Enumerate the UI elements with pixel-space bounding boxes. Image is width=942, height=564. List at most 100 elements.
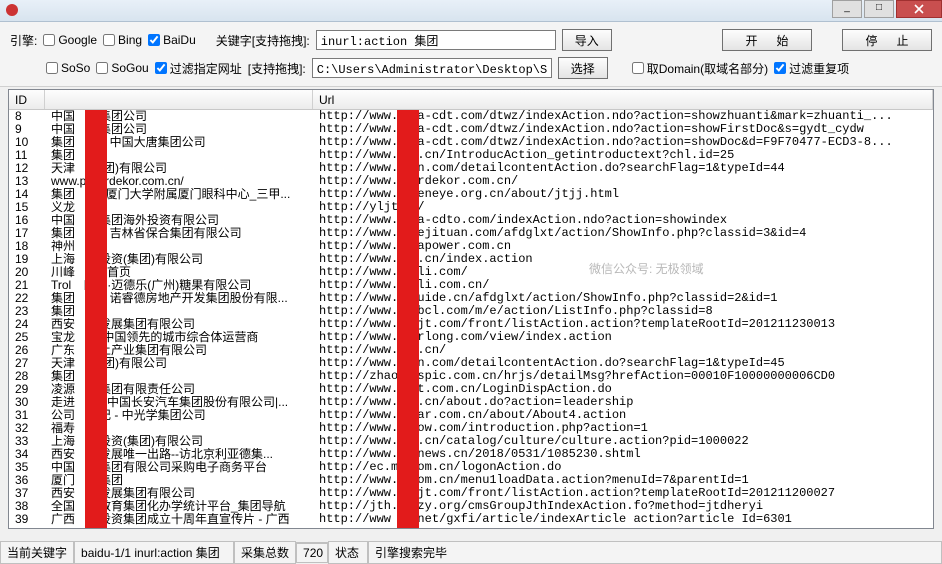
select-button[interactable]: 选择 <box>558 57 608 79</box>
table-row[interactable]: 39广西 融投资集团成立十周年直宣传片 - 广西http://www g net… <box>9 513 933 526</box>
table-row[interactable]: 30走进 安--中国长安汽车集团股份有限公司|...http://www.c .… <box>9 396 933 409</box>
table-row[interactable]: 33上海 业投资(集团)有限公司http://www.s .cn/catalog… <box>9 435 933 448</box>
cell-id: 25 <box>9 331 45 344</box>
minimize-button[interactable]: _ <box>832 0 862 18</box>
cell-id: 10 <box>9 136 45 149</box>
table-row[interactable]: 34西安 所发展唯一出路--访北京利亚德集...http://www.0 new… <box>9 448 933 461</box>
cell-id: 23 <box>9 305 45 318</box>
table-row[interactable]: 25宝龙 产,中国领先的城市综合体运营商http://www.p rlong.c… <box>9 331 933 344</box>
table-row[interactable]: 26广东 稀土产业集团有限公司http://www.g .cn/ <box>9 344 933 357</box>
engine-label: 引擎: <box>10 32 37 49</box>
cell-id: 8 <box>9 110 45 123</box>
engine-baidu[interactable]: BaiDu <box>148 33 196 47</box>
status-kw-label: 当前关键字 <box>0 541 74 564</box>
cell-id: 28 <box>9 370 45 383</box>
table-row[interactable]: 35中国 矿集团有限公司采购电子商务平台http://ec.mc om.cn/l… <box>9 461 933 474</box>
table-row[interactable]: 36厦门 游集团http://www.x om.cn/menu1loadData… <box>9 474 933 487</box>
cell-id: 11 <box>9 149 45 162</box>
table-row[interactable]: 23集团 介http://www.s bcl.com/m/e/action/Li… <box>9 305 933 318</box>
table-row[interactable]: 13www.p erdekor.com.cn/http://www.p rdek… <box>9 175 933 188</box>
table-row[interactable]: 11集团 绍http://www.l .cn/IntroducAction_ge… <box>9 149 933 162</box>
cell-id: 30 <box>9 396 45 409</box>
cell-id: 18 <box>9 240 45 253</box>
maximize-button[interactable]: □ <box>864 0 894 18</box>
cell-id: 12 <box>9 162 45 175</box>
table-row[interactable]: 12天津 (集团)有限公司http://www.p n.com/detailco… <box>9 162 933 175</box>
filter-dup-checkbox[interactable]: 过滤重复项 <box>774 60 849 77</box>
redaction-bar-2 <box>397 90 419 528</box>
cell-id: 35 <box>9 461 45 474</box>
table-row[interactable]: 27天津 (集团)有限公司http://www.p n.com/detailco… <box>9 357 933 370</box>
table-row[interactable]: 16中国 唐集团海外投资有限公司http://www.c a-cdto.com/… <box>9 214 933 227</box>
cell-id: 13 <box>9 175 45 188</box>
cell-id: 26 <box>9 344 45 357</box>
status-state-value: 引擎搜索完毕 <box>368 541 942 564</box>
keyword-input[interactable] <box>316 30 556 50</box>
status-total-label: 采集总数 <box>234 541 296 564</box>
cell-id: 16 <box>9 214 45 227</box>
result-list: ID Url 微信公众号: 无极领域 8中国 唐集团公司http://www.c… <box>8 89 934 529</box>
table-row[interactable]: 8中国 唐集团公司http://www.c a-cdt.com/dtwz/ind… <box>9 110 933 123</box>
cell-id: 20 <box>9 266 45 279</box>
cell-id: 33 <box>9 435 45 448</box>
table-row[interactable]: 22集团 介 - 诺睿德房地产开发集团股份有限...http://www.n u… <box>9 292 933 305</box>
cell-id: 31 <box>9 409 45 422</box>
engine-bing[interactable]: Bing <box>103 33 142 47</box>
table-row[interactable]: 14集团 介_厦门大学附属厦门眼科中心_三甲...http://www.x en… <box>9 188 933 201</box>
cell-id: 32 <box>9 422 45 435</box>
table-row[interactable]: 32福寿 团http://www.f ow.com/introduction.p… <box>9 422 933 435</box>
table-row[interactable]: 38全国 业教育集团化办学统计平台_集团导航http://jth.c zy.or… <box>9 500 933 513</box>
table-row[interactable]: 20川峰 团)-首页http://www.g li.com/ <box>9 266 933 279</box>
col-id[interactable]: ID <box>9 90 45 109</box>
stop-button[interactable]: 停 止 <box>842 29 932 51</box>
status-state-label: 状态 <box>328 541 368 564</box>
path-input[interactable] <box>312 58 552 78</box>
table-row[interactable]: 21Trol 口力·迈德乐(广州)糖果有限公司http://www.t li.c… <box>9 279 933 292</box>
titlebar: _ □ <box>0 0 942 22</box>
table-row[interactable]: 37西安 东发展集团有限公司http://www.x jt.com/front/… <box>9 487 933 500</box>
cell-id: 37 <box>9 487 45 500</box>
start-button[interactable]: 开 始 <box>722 29 812 51</box>
table-row[interactable]: 18神州 业http://www.u apower.com.cn <box>9 240 933 253</box>
filter-url-checkbox[interactable]: 过滤指定网址 <box>155 60 242 77</box>
status-kw-value: baidu-1/1 inurl:action 集团 <box>74 541 234 564</box>
engine-soso[interactable]: SoSo <box>46 61 90 75</box>
cell-id: 19 <box>9 253 45 266</box>
col-name[interactable] <box>45 90 313 109</box>
table-row[interactable]: 31公司 事记 - 中光学集团公司http://www.c ar.com.cn/… <box>9 409 933 422</box>
engine-google[interactable]: Google <box>43 33 97 47</box>
cell-id: 9 <box>9 123 45 136</box>
status-total-value: 720 <box>296 543 328 563</box>
cell-id: 39 <box>9 513 45 526</box>
cell-id: 21 <box>9 279 45 292</box>
cell-id: 36 <box>9 474 45 487</box>
table-row[interactable]: 17集团 介 - 吉林省保合集团有限公司http://www.b ejituan… <box>9 227 933 240</box>
close-button[interactable] <box>896 0 942 18</box>
cell-id: 22 <box>9 292 45 305</box>
table-row[interactable]: 15义龙 团http://yljt n/ <box>9 201 933 214</box>
cell-id: 34 <box>9 448 45 461</box>
cell-id: 24 <box>9 318 45 331</box>
engine-sogou[interactable]: SoGou <box>96 61 148 75</box>
list-body[interactable]: 8中国 唐集团公司http://www.c a-cdt.com/dtwz/ind… <box>9 110 933 529</box>
take-domain-checkbox[interactable]: 取Domain(取域名部分) <box>632 60 768 77</box>
cell-id: 27 <box>9 357 45 370</box>
list-header: ID Url <box>9 90 933 110</box>
toolbar: 引擎: Google Bing BaiDu 关键字[支持拖拽]: 导入 开 始 … <box>0 22 942 87</box>
cell-id: 15 <box>9 201 45 214</box>
table-row[interactable]: 10集团 闻 - 中国大唐集团公司http://www.c a-cdt.com/… <box>9 136 933 149</box>
table-row[interactable]: 9中国 唐集团公司http://www.c a-cdt.com/dtwz/ind… <box>9 123 933 136</box>
table-row[interactable]: 24西安 东发展集团有限公司http://www.x jt.com/front/… <box>9 318 933 331</box>
table-row[interactable]: 19上海 业投资(集团)有限公司http://www.s .cn/index.a… <box>9 253 933 266</box>
cell-id: 17 <box>9 227 45 240</box>
col-url[interactable]: Url <box>313 90 933 109</box>
import-button[interactable]: 导入 <box>562 29 612 51</box>
redaction-bar-1 <box>85 90 107 528</box>
table-row[interactable]: 29凌源 铁集团有限责任公司http://www.l t.com.cn/Logi… <box>9 383 933 396</box>
statusbar: 当前关键字 baidu-1/1 inurl:action 集团 采集总数 720… <box>0 542 942 562</box>
app-icon <box>4 2 20 18</box>
support-drag-label: [支持拖拽]: <box>248 60 306 77</box>
cell-id: 29 <box>9 383 45 396</box>
cell-id: 38 <box>9 500 45 513</box>
table-row[interactable]: 28集团 介http://zhaop spic.com.cn/hrjs/deta… <box>9 370 933 383</box>
